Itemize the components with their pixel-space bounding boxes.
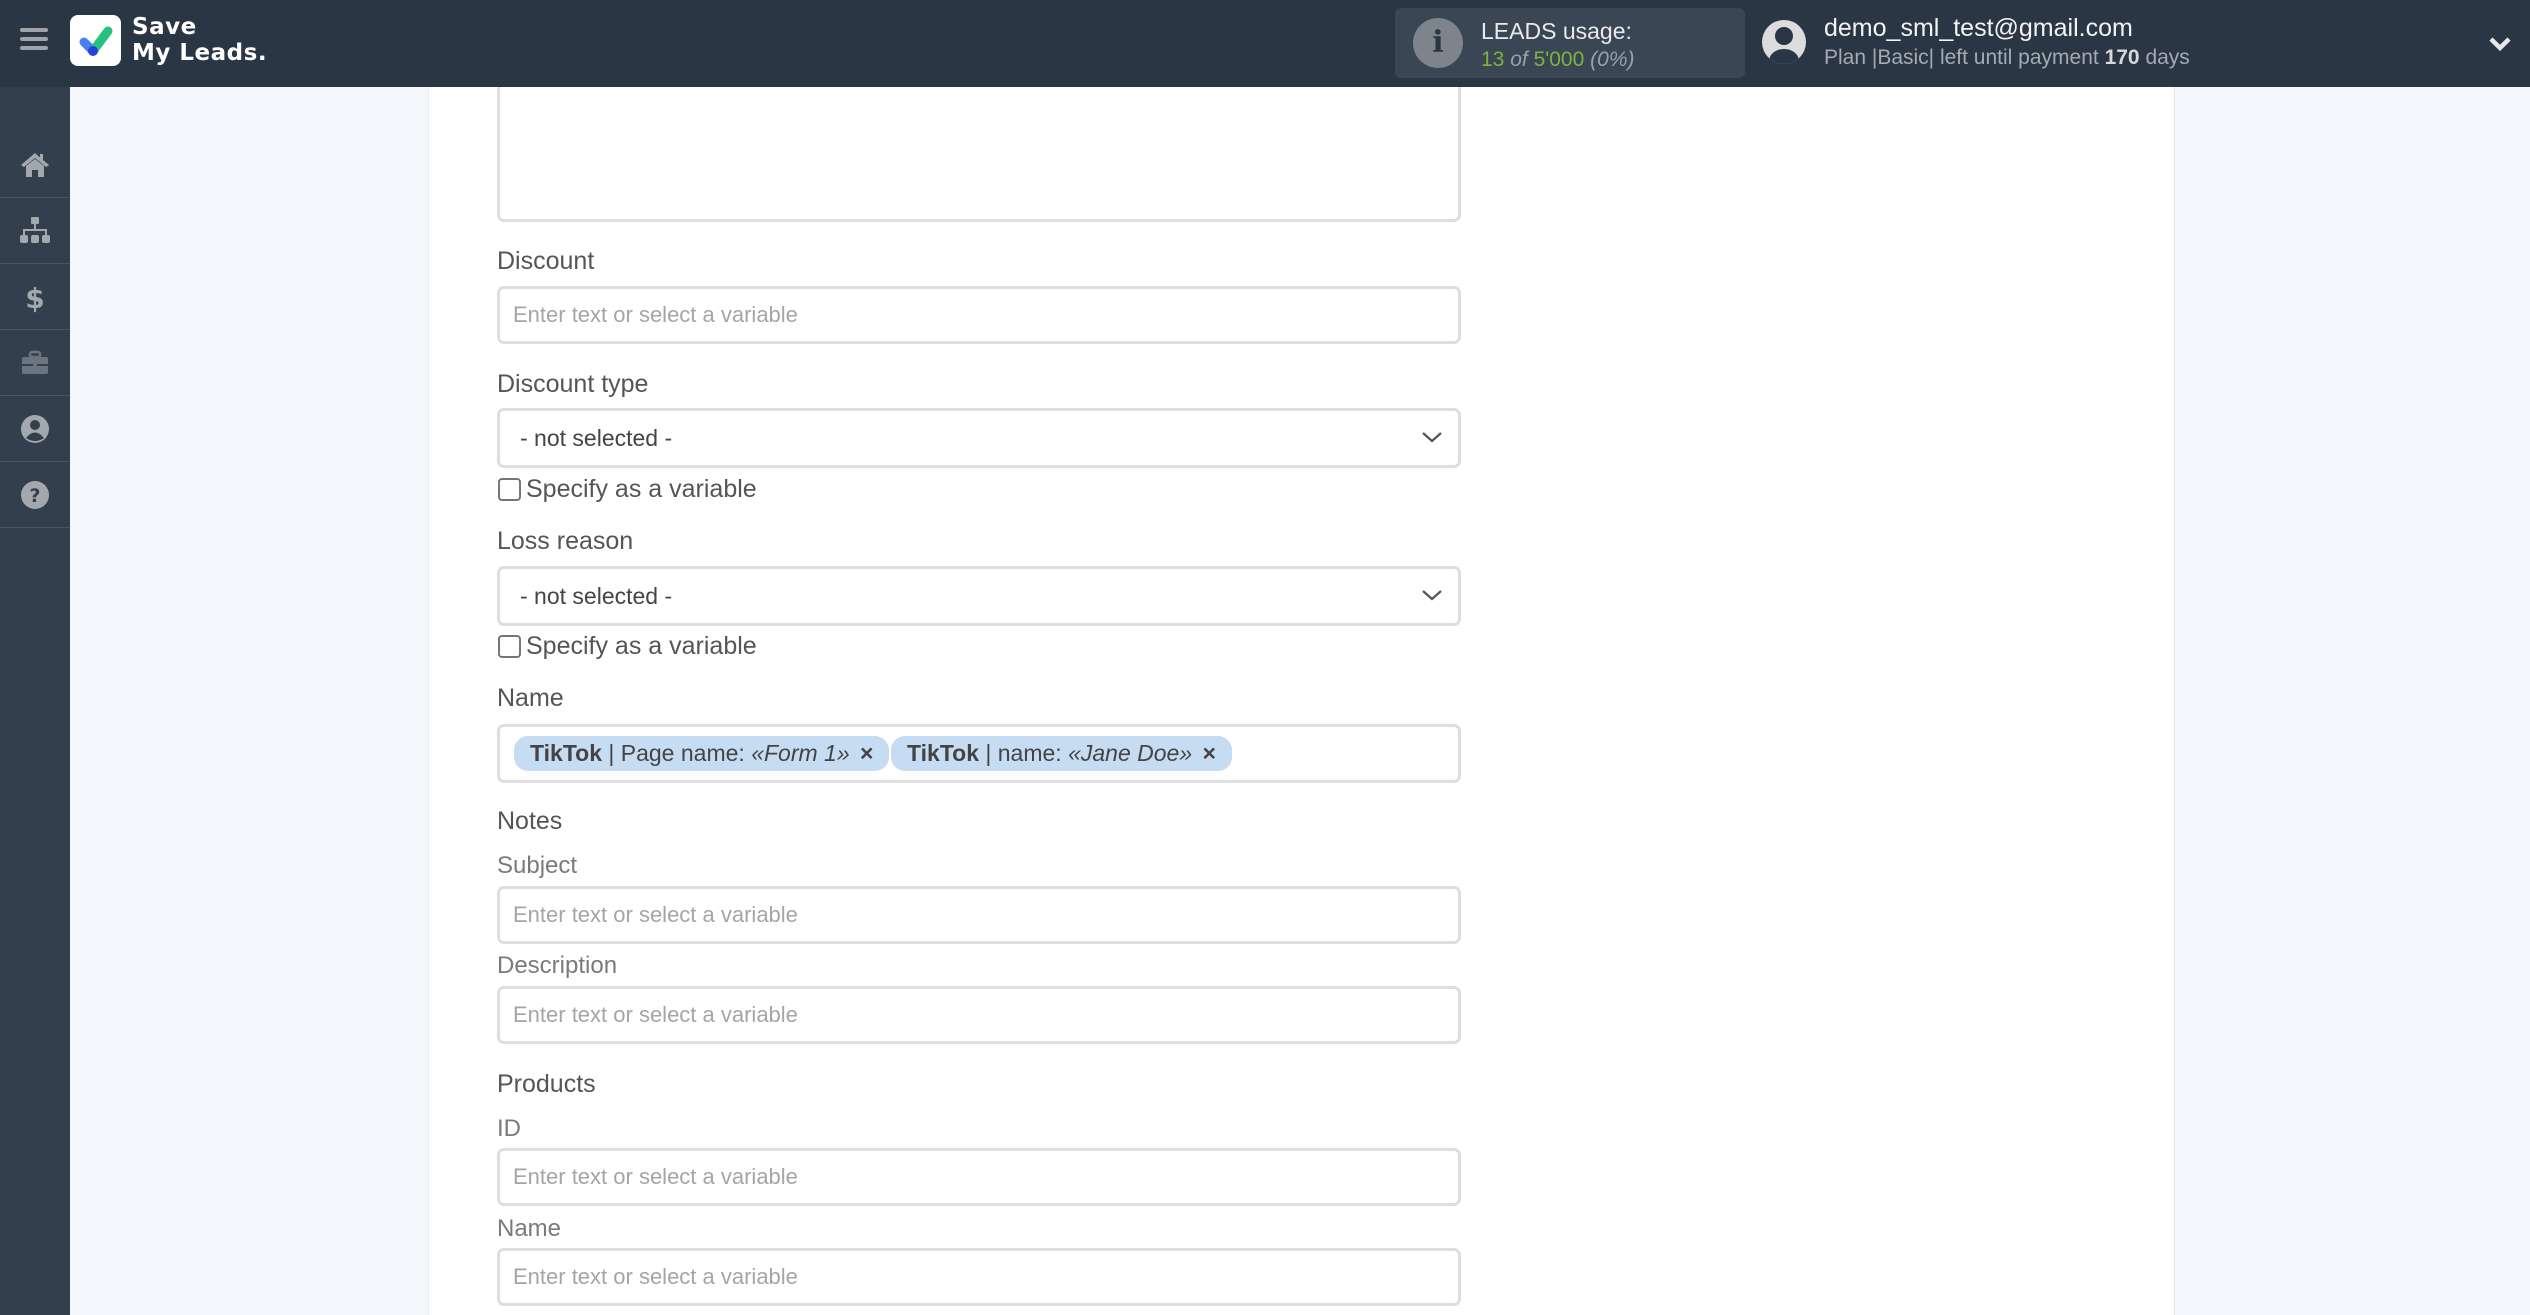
subject-label: Subject (497, 852, 578, 879)
tag-field: | Page name: (608, 740, 745, 766)
logo-line-1: Save (132, 14, 197, 40)
question-circle-icon: ? (21, 480, 49, 509)
usage-percent: (0%) (1590, 48, 1635, 71)
tag-source: TikTok (907, 740, 979, 766)
usage-of: of (1510, 48, 1528, 71)
days-left: 170 (2104, 46, 2140, 69)
sitemap-icon (20, 216, 50, 243)
user-circle-icon (21, 414, 49, 443)
leads-usage-panel: i LEADS usage: 13 of 5'000 (0%) (1395, 8, 1745, 78)
loss-reason-variable-checkbox[interactable]: Specify as a variable (498, 631, 757, 660)
discount-type-select[interactable]: - not selected - (497, 408, 1461, 468)
product-id-input[interactable]: Enter text or select a variable (497, 1148, 1461, 1206)
previous-textarea-field[interactable] (497, 87, 1461, 222)
tag-field: | name: (985, 740, 1062, 766)
usage-used: 13 (1481, 48, 1505, 71)
checkbox[interactable] (498, 477, 521, 501)
usage-limit: 5'000 (1533, 48, 1585, 71)
content-card (428, 87, 2175, 1315)
checkbox-label: Specify as a variable (526, 631, 757, 660)
sidebar-item-account[interactable] (0, 396, 70, 462)
tag-value: «Jane Doe» (1068, 740, 1193, 766)
discount-input[interactable]: Enter text or select a variable (497, 286, 1461, 344)
dollar-icon: $ (25, 282, 44, 314)
svg-text:?: ? (29, 485, 40, 507)
sidebar-item-connections[interactable] (0, 198, 70, 264)
usage-value: 13 of 5'000 (0%) (1481, 48, 1634, 72)
checkbox[interactable] (498, 634, 521, 658)
remove-tag-icon[interactable]: × (1203, 740, 1216, 766)
plan-text: Plan |Basic| left until payment (1824, 46, 2099, 69)
variable-tag[interactable]: TikTok | name: «Jane Doe» × (891, 736, 1232, 771)
menu-toggle-icon[interactable] (20, 28, 48, 54)
top-header: Save My Leads. i LEADS usage: 13 of 5'00… (0, 0, 2530, 87)
remove-tag-icon[interactable]: × (860, 740, 873, 766)
chevron-down-icon (1422, 432, 1442, 443)
usage-title: LEADS usage: (1481, 18, 1632, 44)
logo-line-2: My Leads. (132, 40, 268, 66)
variable-tag[interactable]: TikTok | Page name: «Form 1» × (514, 736, 890, 771)
sidebar: $ ? (0, 87, 70, 1315)
days-suffix: days (2145, 46, 2190, 69)
home-icon (21, 152, 49, 177)
user-plan-info: Plan |Basic| left until payment 170 days (1824, 46, 2190, 70)
products-section-title: Products (497, 1070, 596, 1098)
info-icon: i (1413, 18, 1463, 68)
sidebar-item-billing[interactable]: $ (0, 264, 70, 330)
product-name-label: Name (497, 1215, 562, 1242)
discount-label: Discount (497, 247, 595, 275)
subject-input[interactable]: Enter text or select a variable (497, 886, 1461, 944)
sidebar-item-help[interactable]: ? (0, 462, 70, 528)
discount-type-label: Discount type (497, 370, 649, 398)
tag-value: «Form 1» (751, 740, 850, 766)
sidebar-item-tools[interactable] (0, 330, 70, 396)
sidebar-item-home[interactable] (0, 132, 70, 198)
description-label: Description (497, 952, 618, 979)
discount-type-value: - not selected - (520, 425, 673, 451)
tag-source: TikTok (530, 740, 602, 766)
user-avatar-icon[interactable] (1762, 20, 1806, 64)
chevron-down-icon[interactable] (2485, 30, 2515, 56)
user-email[interactable]: demo_sml_test@gmail.com (1824, 14, 2133, 43)
loss-reason-select[interactable]: - not selected - (497, 566, 1461, 626)
briefcase-icon (22, 350, 48, 374)
chevron-down-icon (1422, 590, 1442, 601)
name-tags-input[interactable]: TikTok | Page name: «Form 1» × TikTok | … (497, 724, 1461, 783)
loss-reason-label: Loss reason (497, 527, 634, 555)
notes-section-title: Notes (497, 807, 563, 835)
description-input[interactable]: Enter text or select a variable (497, 986, 1461, 1044)
logo-icon[interactable] (70, 15, 121, 66)
logo-text[interactable]: Save My Leads. (132, 14, 267, 66)
name-label: Name (497, 684, 564, 712)
svg-text:$: $ (25, 282, 44, 314)
loss-reason-value: - not selected - (520, 583, 673, 609)
discount-type-variable-checkbox[interactable]: Specify as a variable (498, 474, 757, 503)
product-name-input[interactable]: Enter text or select a variable (497, 1248, 1461, 1306)
checkbox-label: Specify as a variable (526, 474, 757, 503)
product-id-label: ID (497, 1115, 521, 1142)
